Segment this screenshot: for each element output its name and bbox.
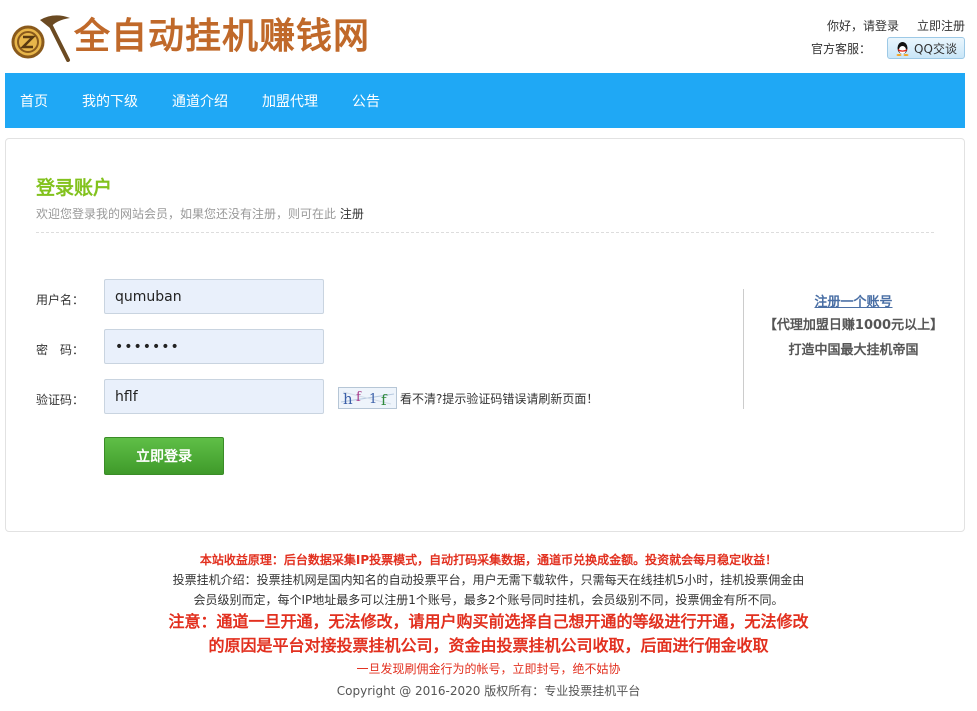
nav-item-agency[interactable]: 加盟代理 [262,91,318,111]
nav-item-channels[interactable]: 通道介绍 [172,91,228,111]
captcha-char: f [356,390,362,405]
customer-service: 官方客服： QQ交谈 [811,37,965,59]
captcha-input[interactable]: hflf [104,379,324,414]
promo-line-2: 打造中国最大挂机帝国 [788,343,919,358]
footer-intro-2: 会员级别而定，每个IP地址最多可以注册1个账号，最多2个账号同时挂机，会员级别不… [193,593,784,607]
captcha-char: h [343,390,353,408]
subtitle-register-link[interactable]: 注册 [340,207,364,221]
footer-notice-2: 的原因是平台对接投票挂机公司，资金由投票挂机公司收取，后面进行佣金收取 [208,636,769,655]
password-input[interactable]: ••••••• [104,329,324,364]
nav-item-my-downline[interactable]: 我的下级 [82,91,138,111]
username-label: 用户名： [36,293,85,307]
login-panel: 登录账户 欢迎您登录我的网站会员，如果您还没有注册，则可在此 注册 用户名： q… [5,138,965,532]
nav-item-home[interactable]: 首页 [20,91,48,111]
subtitle-text: 欢迎您登录我的网站会员，如果您还没有注册，则可在此 [36,207,337,221]
dashed-divider [36,232,934,233]
site-logo[interactable]: 全自动挂机赚钱网 [10,10,370,62]
site-header: 全自动挂机赚钱网 你好，请登录 立即注册 官方客服： QQ交谈 [0,0,977,72]
footer-notice-1: 注意：通道一旦开通，无法修改，请用户购买前选择自己想开通的等级进行开通，无法修改 [168,612,809,631]
register-link[interactable]: 立即注册 [917,17,965,34]
login-subtitle: 欢迎您登录我的网站会员，如果您还没有注册，则可在此 注册 [36,205,364,222]
captcha-image[interactable]: h f 1 f [338,387,397,409]
captcha-label: 验证码： [36,393,85,407]
service-label: 官方客服： [810,41,871,56]
password-label: 密 码： [36,343,85,357]
footer-intro-1: 投票挂机介绍：投票挂机网是国内知名的自动投票平台，用户无需下载软件，只需每天在线… [172,573,805,587]
nav-item-announcements[interactable]: 公告 [352,91,380,111]
register-account-link[interactable]: 注册一个账号 [746,291,961,310]
qq-chat-button[interactable]: QQ交谈 [887,37,965,59]
site-footer: 本站收益原理：后台数据采集IP投票模式，自动打码采集数据，通道币兑换成金额。投资… [0,550,977,702]
login-link[interactable]: 你好，请登录 [827,17,899,34]
captcha-char: f [381,391,388,408]
login-button[interactable]: 立即登录 [104,437,224,475]
qq-penguin-icon [895,41,910,56]
captcha-char: 1 [369,392,377,407]
page-title: 登录账户 [36,177,113,199]
main-nav: 首页 我的下级 通道介绍 加盟代理 公告 [5,73,965,128]
register-promo: 注册一个账号 【代理加盟日赚1000元以上】 打造中国最大挂机帝国 [746,291,961,364]
footer-revenue-principle: 本站收益原理：后台数据采集IP投票模式，自动打码采集数据，通道币兑换成金额。投资… [199,553,778,567]
username-input[interactable]: qumuban [104,279,324,314]
footer-copyright: Copyright @ 2016-2020 版权所有：专业投票挂机平台 [336,684,641,698]
logo-text: 全自动挂机赚钱网 [74,15,371,57]
pickaxe-coin-icon [10,10,72,62]
qq-button-label: QQ交谈 [914,41,957,56]
vertical-divider [743,289,744,409]
footer-ban-warning: 一旦发现刷佣金行为的帐号，立即封号，绝不姑协 [356,662,621,676]
top-user-links: 你好，请登录 立即注册 [827,17,965,34]
promo-line-1: 【代理加盟日赚1000元以上】 [763,318,944,333]
captcha-hint: 看不清?提示验证码错误请刷新页面！ [400,392,599,406]
